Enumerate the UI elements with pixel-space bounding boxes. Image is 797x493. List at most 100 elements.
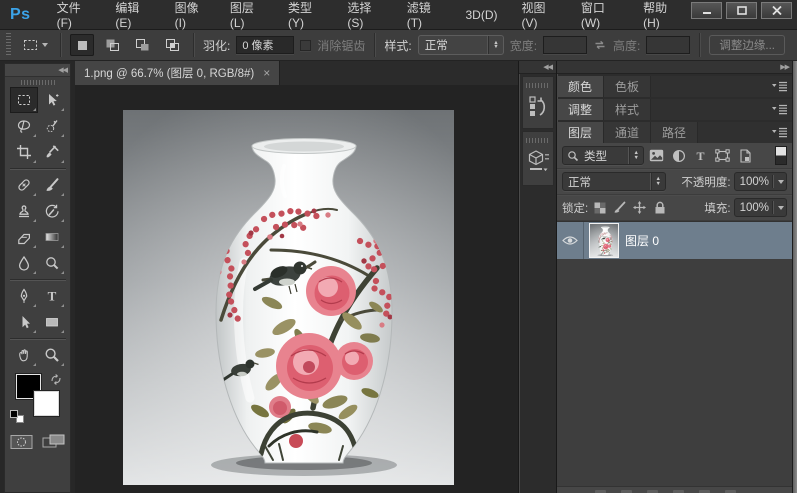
tool-quick-selection[interactable] — [38, 113, 66, 139]
layer-row-0[interactable]: 图层 0 — [557, 222, 792, 259]
filter-shape-layers-button[interactable] — [713, 146, 732, 165]
tool-history-brush[interactable] — [38, 198, 66, 224]
tools-panel-header[interactable]: ◀◀ — [5, 64, 70, 77]
background-color-swatch[interactable] — [34, 391, 59, 416]
tool-brush[interactable] — [38, 172, 66, 198]
filter-type-layers-button[interactable]: T — [691, 146, 710, 165]
tool-hand[interactable] — [10, 342, 38, 368]
width-input[interactable] — [543, 36, 587, 54]
panel-menu-icon[interactable] — [772, 127, 787, 138]
quick-mask-mode-button[interactable] — [10, 434, 33, 450]
canvas-image-vase-photo[interactable] — [123, 110, 454, 485]
minimize-button[interactable] — [691, 2, 722, 19]
selection-mode-add-button[interactable] — [100, 34, 124, 56]
menu-3d[interactable]: 3D(D) — [453, 0, 509, 29]
tab-swatches[interactable]: 色板 — [604, 76, 651, 97]
tool-dodge[interactable] — [38, 250, 66, 276]
menu-edit[interactable]: 编辑(E) — [103, 0, 162, 29]
tool-move[interactable] — [38, 87, 66, 113]
menu-layer[interactable]: 图层(L) — [218, 0, 276, 29]
document-tab[interactable]: 1.png @ 66.7% (图层 0, RGB/8#) × — [75, 61, 280, 85]
history-panel-button[interactable] — [522, 76, 554, 129]
tool-zoom[interactable] — [38, 342, 66, 368]
tool-gradient[interactable] — [38, 224, 66, 250]
swap-dimensions-icon[interactable] — [593, 39, 607, 51]
tab-color[interactable]: 颜色 — [557, 76, 604, 97]
filter-adjustment-layers-button[interactable] — [669, 146, 688, 165]
selection-mode-intersect-button[interactable] — [160, 34, 184, 56]
menu-view[interactable]: 视图(V) — [509, 0, 568, 29]
panel-menu-icon[interactable] — [772, 81, 787, 92]
antialias-checkbox[interactable] — [300, 40, 311, 51]
menu-type[interactable]: 类型(Y) — [276, 0, 335, 29]
opacity-dropdown[interactable]: 100% — [734, 172, 787, 191]
tool-shape[interactable] — [38, 309, 66, 335]
pixel-layer-icon — [649, 149, 664, 162]
refine-edge-button[interactable]: 调整边缘... — [709, 35, 785, 55]
lock-pixels-button[interactable] — [611, 198, 628, 217]
svg-text:T: T — [47, 289, 56, 304]
default-colors-icon[interactable] — [10, 410, 26, 424]
panel-menu-icon[interactable] — [772, 104, 787, 115]
close-button[interactable] — [761, 2, 792, 19]
tool-group-divider — [10, 279, 66, 280]
layer-filter-dropdown[interactable]: 类型 ▲▼ — [562, 146, 644, 165]
tab-adjustments[interactable]: 调整 — [557, 99, 604, 120]
3d-panel-button[interactable] — [522, 131, 554, 186]
lock-all-button[interactable] — [651, 198, 668, 217]
tool-crop[interactable] — [10, 139, 38, 165]
layers-panel-bottom-buttons-clipped[interactable] — [557, 486, 792, 493]
screen-mode-button[interactable] — [42, 434, 65, 450]
menu-filter[interactable]: 滤镜(T) — [395, 0, 454, 29]
tool-path-selection[interactable] — [10, 309, 38, 335]
tool-eraser[interactable] — [10, 224, 38, 250]
tab-close-icon[interactable]: × — [263, 68, 270, 78]
tool-pen[interactable] — [10, 283, 38, 309]
height-input[interactable] — [646, 36, 690, 54]
layer-visibility-cell[interactable] — [557, 222, 584, 259]
tool-type[interactable]: T — [38, 283, 66, 309]
tab-channels[interactable]: 通道 — [604, 122, 651, 143]
eye-icon — [562, 235, 578, 246]
color-panel-tabs: 颜色 色板 — [557, 76, 792, 97]
style-dropdown[interactable]: 正常 ▲▼ — [418, 35, 504, 55]
selection-mode-subtract-button[interactable] — [130, 34, 154, 56]
tab-styles[interactable]: 样式 — [604, 99, 651, 120]
canvas-background[interactable] — [75, 85, 518, 493]
separator — [60, 33, 61, 57]
tool-blur[interactable] — [10, 250, 38, 276]
blend-mode-dropdown[interactable]: 正常 ▲▼ — [562, 172, 666, 191]
menu-select[interactable]: 选择(S) — [335, 0, 394, 29]
menu-file[interactable]: 文件(F) — [45, 0, 104, 29]
menu-image[interactable]: 图像(I) — [163, 0, 218, 29]
lock-transparency-button[interactable] — [591, 198, 608, 217]
menu-help[interactable]: 帮助(H) — [631, 0, 691, 29]
layer-thumbnail[interactable] — [590, 224, 618, 257]
tool-clone-stamp[interactable] — [10, 198, 38, 224]
lock-position-button[interactable] — [631, 198, 648, 217]
fill-dropdown[interactable]: 100% — [734, 198, 787, 217]
eraser-icon — [16, 229, 32, 245]
current-tool-preset[interactable] — [19, 35, 51, 55]
feather-input[interactable]: 0 像素 — [236, 36, 294, 54]
tool-spot-healing-brush[interactable] — [10, 172, 38, 198]
menu-window[interactable]: 窗口(W) — [569, 0, 631, 29]
maximize-button[interactable] — [726, 2, 757, 19]
swap-colors-icon[interactable] — [49, 373, 63, 386]
marquee-preset-icon — [22, 37, 40, 53]
layer-list: 图层 0 — [557, 221, 792, 486]
tool-rectangular-marquee[interactable] — [10, 87, 38, 113]
filter-pixel-layers-button[interactable] — [647, 146, 666, 165]
filter-smart-objects-button[interactable] — [735, 146, 754, 165]
tab-layers[interactable]: 图层 — [557, 122, 604, 143]
tab-paths[interactable]: 路径 — [651, 122, 698, 143]
options-bar-gripper[interactable] — [6, 33, 11, 57]
lock-row: 锁定: — [557, 195, 792, 221]
dock-header[interactable]: ▶▶ — [557, 61, 792, 74]
layer-filtering-toggle[interactable] — [775, 146, 787, 165]
tool-lasso[interactable] — [10, 113, 38, 139]
tools-panel-gripper[interactable] — [21, 80, 55, 85]
selection-mode-new-button[interactable] — [70, 34, 94, 56]
strip-header[interactable]: ◀◀ — [519, 61, 556, 74]
tool-eyedropper[interactable] — [38, 139, 66, 165]
